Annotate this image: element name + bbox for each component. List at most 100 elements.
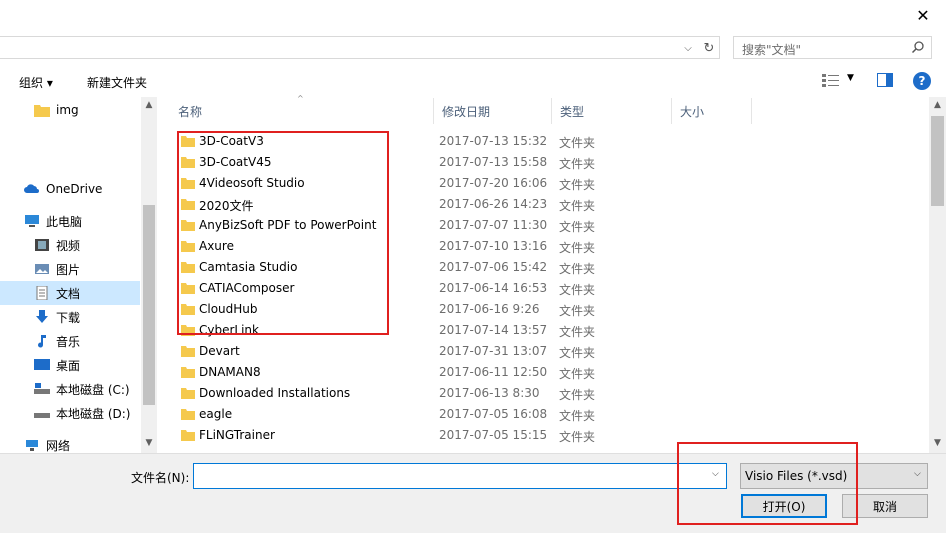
- file-row[interactable]: CATIAComposer 2017-06-14 16:53 文件夹: [170, 278, 750, 299]
- address-bar[interactable]: [0, 36, 720, 59]
- nav-item-documents[interactable]: 文档: [0, 281, 140, 305]
- file-list-scrollbar-thumb[interactable]: [931, 116, 944, 206]
- file-date: 2017-06-14 16:53: [439, 281, 548, 295]
- nav-item-music[interactable]: 音乐: [0, 329, 140, 353]
- nav-item-label: 网络: [46, 438, 71, 453]
- chevron-down-icon[interactable]: ⌵: [712, 469, 719, 479]
- file-row[interactable]: 4Videosoft Studio 2017-07-20 16:06 文件夹: [170, 173, 750, 194]
- file-row[interactable]: Camtasia Studio 2017-07-06 15:42 文件夹: [170, 257, 750, 278]
- cancel-button[interactable]: 取消: [842, 494, 928, 518]
- file-row[interactable]: Axure 2017-07-10 13:16 文件夹: [170, 236, 750, 257]
- folder-icon: [34, 105, 50, 117]
- folder-icon: [181, 241, 195, 252]
- file-date: 2017-07-10 13:16: [439, 239, 548, 253]
- nav-item-videos[interactable]: 视频: [0, 233, 140, 257]
- open-button[interactable]: 打开(O): [741, 494, 827, 518]
- file-type-select[interactable]: Visio Files (*.vsd): [740, 463, 928, 489]
- file-row[interactable]: Devart 2017-07-31 13:07 文件夹: [170, 341, 750, 362]
- filename-input[interactable]: [193, 463, 727, 489]
- search-placeholder: 搜索"文档": [742, 43, 802, 57]
- folder-icon: [181, 409, 195, 420]
- nav-item-drive-d[interactable]: 本地磁盘 (D:): [0, 401, 140, 425]
- open-button-label: 打开(O): [762, 499, 806, 514]
- column-size-label: 大小: [680, 104, 705, 119]
- file-type: 文件夹: [559, 199, 596, 213]
- file-name: 3D-CoatV45: [199, 155, 272, 169]
- navigation-pane: img OneDrive 此电脑 视频 图片 文档 下载 音乐 桌面 本地磁盘 …: [0, 97, 157, 453]
- scroll-down-icon[interactable]: ▼: [141, 438, 157, 448]
- picture-icon: [35, 264, 49, 274]
- nav-item-label: 本地磁盘 (D:): [56, 406, 131, 421]
- folder-icon: [181, 262, 195, 273]
- file-type: 文件夹: [559, 178, 596, 192]
- column-header-name[interactable]: 名称: [170, 98, 434, 124]
- file-row[interactable]: DNAMAN8 2017-06-11 12:50 文件夹: [170, 362, 750, 383]
- file-row[interactable]: eagle 2017-07-05 16:08 文件夹: [170, 404, 750, 425]
- nav-item-downloads[interactable]: 下载: [0, 305, 140, 329]
- file-type: 文件夹: [559, 346, 596, 360]
- file-date: 2017-07-31 13:07: [439, 344, 548, 358]
- file-date: 2017-07-14 13:57: [439, 323, 548, 337]
- nav-item-label: OneDrive: [46, 182, 103, 196]
- network-icon: [26, 440, 38, 451]
- file-type: 文件夹: [559, 304, 596, 318]
- file-name: Downloaded Installations: [199, 386, 351, 400]
- file-row[interactable]: CloudHub 2017-06-16 9:26 文件夹: [170, 299, 750, 320]
- chevron-down-icon[interactable]: ⌵: [680, 40, 696, 56]
- column-header-size[interactable]: 大小: [672, 98, 752, 124]
- column-date-label: 修改日期: [442, 104, 491, 119]
- nav-item-label: 本地磁盘 (C:): [56, 382, 130, 397]
- file-row[interactable]: Downloaded Installations 2017-06-13 8:30 文…: [170, 383, 750, 404]
- video-icon: [35, 239, 49, 251]
- file-row[interactable]: AnyBizSoft PDF to PowerPoint 2017-07-07 1…: [170, 215, 750, 236]
- filename-label: 文件名(N):: [131, 471, 190, 485]
- file-name: 4Videosoft Studio: [199, 176, 305, 190]
- nav-item-label: img: [56, 103, 79, 117]
- view-dropdown-icon[interactable]: ▼: [847, 73, 854, 83]
- file-row[interactable]: FLiNGTrainer 2017-07-05 15:15 文件夹: [170, 425, 750, 446]
- nav-scrollbar-thumb[interactable]: [143, 205, 155, 405]
- file-row[interactable]: 2020文件 2017-06-26 14:23 文件夹: [170, 194, 750, 215]
- nav-item-drive-c[interactable]: 本地磁盘 (C:): [0, 377, 140, 401]
- file-date: 2017-07-13 15:32: [439, 134, 548, 148]
- file-row[interactable]: 3D-CoatV3 2017-07-13 15:32 文件夹: [170, 131, 750, 152]
- file-date: 2017-07-05 16:08: [439, 407, 548, 421]
- file-type: 文件夹: [559, 325, 596, 339]
- file-date: 2017-07-20 16:06: [439, 176, 548, 190]
- nav-item-this-pc[interactable]: 此电脑: [0, 209, 140, 233]
- help-icon[interactable]: ?: [913, 72, 931, 90]
- file-name: Devart: [199, 344, 240, 358]
- file-name: AnyBizSoft PDF to PowerPoint: [199, 218, 377, 232]
- title-bar: ✕: [0, 0, 946, 32]
- nav-item-label: 桌面: [56, 358, 81, 373]
- nav-item-img[interactable]: img: [0, 98, 140, 122]
- folder-icon: [181, 178, 195, 189]
- refresh-icon[interactable]: ↻: [700, 39, 718, 57]
- view-options-icon[interactable]: [822, 73, 840, 87]
- column-header-date[interactable]: 修改日期: [434, 98, 552, 124]
- scroll-down-icon[interactable]: ▼: [929, 438, 946, 448]
- scroll-up-icon[interactable]: ▲: [141, 100, 157, 110]
- cancel-button-label: 取消: [872, 499, 897, 514]
- column-header-type[interactable]: 类型: [552, 98, 672, 124]
- close-button[interactable]: ✕: [900, 0, 946, 30]
- nav-item-pictures[interactable]: 图片: [0, 257, 140, 281]
- folder-icon: [181, 388, 195, 399]
- nav-item-label: 视频: [56, 238, 81, 253]
- organize-button[interactable]: 组织 ▾: [19, 74, 53, 91]
- file-row[interactable]: 3D-CoatV45 2017-07-13 15:58 文件夹: [170, 152, 750, 173]
- chevron-down-icon[interactable]: ⌵: [914, 469, 921, 479]
- nav-item-label: 文档: [56, 286, 81, 301]
- folder-icon: [181, 430, 195, 441]
- scroll-up-icon[interactable]: ▲: [929, 100, 946, 110]
- nav-item-label: 下载: [56, 310, 81, 325]
- nav-item-onedrive[interactable]: OneDrive: [0, 177, 140, 201]
- nav-item-desktop[interactable]: 桌面: [0, 353, 140, 377]
- download-icon: [36, 310, 48, 323]
- new-folder-button[interactable]: 新建文件夹: [87, 74, 147, 91]
- preview-pane-icon[interactable]: [877, 73, 893, 87]
- search-input[interactable]: 搜索"文档": [733, 36, 932, 59]
- file-type: 文件夹: [559, 388, 596, 402]
- file-type: 文件夹: [559, 262, 596, 276]
- file-row[interactable]: CyberLink 2017-07-14 13:57 文件夹: [170, 320, 750, 341]
